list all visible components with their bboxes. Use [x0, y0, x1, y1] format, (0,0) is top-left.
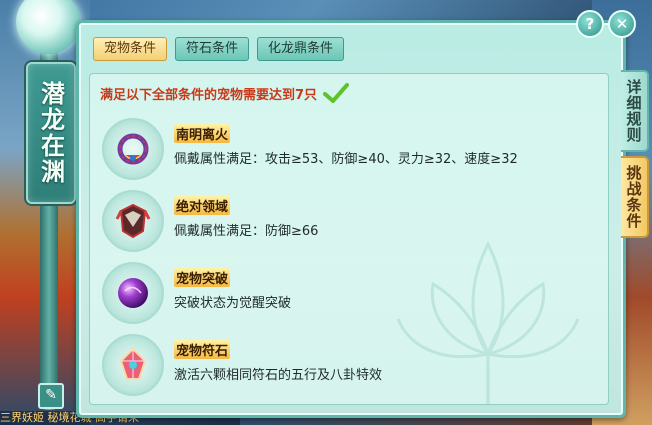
condition-item: 绝对领域 佩戴属性满足：防御≥66 [102, 190, 582, 252]
condition-title: 南明离火 [174, 124, 231, 143]
condition-icon-frame [102, 262, 164, 324]
check-icon [323, 83, 350, 103]
side-tab-label: 挑战条件 [624, 165, 643, 229]
condition-item: 宠物符石 激活六颗相同符石的五行及八卦特效 [102, 334, 582, 396]
condition-description: 突破状态为觉醒突破 [174, 296, 292, 311]
tab-dragon-cauldron-conditions[interactable]: 化龙鼎条件 [257, 37, 345, 61]
condition-icon-frame [102, 334, 164, 396]
side-tab-label: 详细规则 [624, 79, 643, 143]
condition-title: 宠物突破 [174, 268, 231, 287]
close-button[interactable]: ✕ [608, 10, 636, 38]
challenge-panel: 宠物条件 符石条件 化龙鼎条件 满足以下全部条件的宠物需要达到7只 南明离火 佩… [76, 20, 626, 418]
condition-description: 佩戴属性满足：攻击≥53、防御≥40、灵力≥32、速度≥32 [174, 152, 518, 167]
condition-tabs: 宠物条件 符石条件 化龙鼎条件 [93, 37, 345, 61]
window-title: 潜龙在渊 [36, 81, 66, 185]
necklace-icon [117, 133, 149, 165]
tab-rune-conditions[interactable]: 符石条件 [175, 37, 250, 61]
condition-icon-frame [102, 190, 164, 252]
side-tab-detailed-rules[interactable]: 详细规则 [621, 70, 649, 152]
notes-icon[interactable]: ✎ [38, 383, 64, 409]
condition-description: 激活六颗相同符石的五行及八卦特效 [174, 368, 383, 383]
headline-text: 满足以下全部条件的宠物需要达到7只 [100, 87, 318, 103]
condition-item: 宠物突破 突破状态为觉醒突破 [102, 262, 582, 324]
condition-icon-frame [102, 118, 164, 180]
condition-title: 绝对领域 [174, 196, 231, 215]
tab-pet-conditions[interactable]: 宠物条件 [93, 37, 168, 61]
condition-item: 南明离火 佩戴属性满足：攻击≥53、防御≥40、灵力≥32、速度≥32 [102, 118, 582, 180]
condition-title: 宠物符石 [174, 340, 231, 359]
armor-icon [115, 203, 151, 239]
conditions-content: 满足以下全部条件的宠物需要达到7只 南明离火 佩戴属性满足：攻击≥53、防御≥4… [89, 73, 609, 405]
condition-description: 佩戴属性满足：防御≥66 [174, 224, 319, 239]
help-button[interactable]: ? [576, 10, 604, 38]
title-plaque: 潜龙在渊 [26, 62, 76, 204]
rune-stone-icon [119, 347, 147, 380]
requirement-headline: 满足以下全部条件的宠物需要达到7只 [100, 82, 350, 104]
side-tab-challenge-conditions[interactable]: 挑战条件 [621, 156, 649, 238]
purple-orb-icon [118, 278, 148, 308]
